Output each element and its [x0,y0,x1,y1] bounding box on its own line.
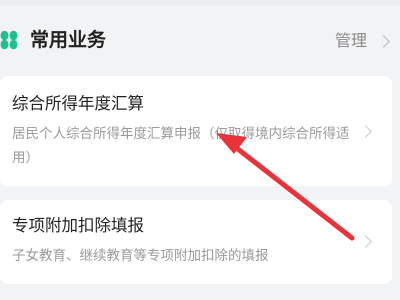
section-header: 常用业务 管理 [0,18,400,64]
card-title: 综合所得年度汇算 [12,94,144,113]
special-deduction-card[interactable]: 专项附加扣除填报 子女教育、继续教育等专项附加扣除的填报 [0,200,392,284]
chevron-right-icon [359,125,372,138]
card-title: 专项附加扣除填报 [12,216,144,235]
manage-link[interactable]: 管理 [334,29,390,53]
chevron-right-icon [377,34,390,48]
section-title: 常用业务 [30,29,107,51]
top-strip [0,0,400,6]
clover-icon [0,30,18,50]
annual-settlement-card[interactable]: 综合所得年度汇算 居民个人综合所得年度汇算申报（仅取得境内综合所得适用） [0,76,392,186]
card-description: 居民个人综合所得年度汇算申报（仅取得境内综合所得适用） [12,126,350,166]
manage-label: 管理 [334,31,367,50]
card-description: 子女教育、继续教育等专项附加扣除的填报 [12,248,269,264]
chevron-right-icon [359,235,372,248]
